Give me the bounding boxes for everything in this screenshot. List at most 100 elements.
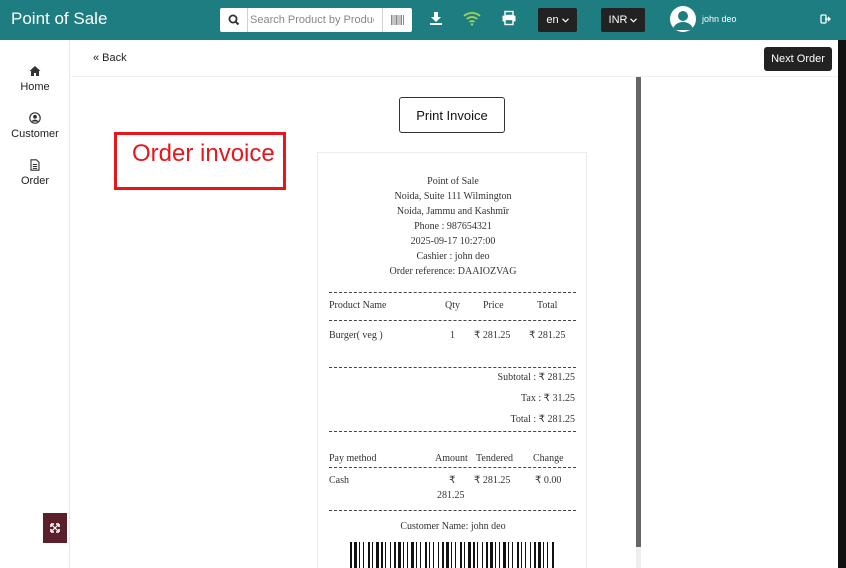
chevron-down-icon	[630, 17, 638, 23]
barcode-bar	[425, 542, 427, 568]
back-link[interactable]: « Back	[93, 52, 127, 64]
subtotal: Subtotal : ₹ 281.25	[497, 372, 575, 383]
barcode-bar	[464, 542, 465, 568]
print-invoice-button[interactable]: Print Invoice	[399, 97, 505, 133]
barcode-bar	[543, 542, 544, 568]
barcode-bar	[372, 542, 373, 568]
barcode-bar	[368, 542, 370, 568]
payment-method: Cash	[329, 475, 349, 486]
barcode-bar	[390, 542, 391, 568]
barcode-bar	[508, 542, 509, 568]
barcode-bar	[438, 542, 439, 568]
barcode-bar	[552, 542, 554, 568]
barcode-bar	[350, 542, 352, 568]
store-name: Point of Sale	[427, 176, 479, 187]
divider	[329, 367, 576, 368]
user-icon	[29, 112, 41, 124]
barcode-bar	[490, 542, 493, 568]
barcode-image	[350, 542, 554, 568]
language-select[interactable]: en	[538, 8, 577, 32]
sidebar-item-label: Customer	[11, 128, 59, 140]
barcode-bar	[460, 542, 462, 568]
fullscreen-toggle[interactable]	[43, 513, 67, 543]
document-icon	[30, 159, 40, 171]
barcode-bar	[394, 542, 396, 568]
item-qty: 1	[450, 330, 455, 341]
scrollbar-thumb[interactable]	[636, 77, 641, 547]
brand-title: Point of Sale	[11, 9, 108, 28]
barcode-bar	[482, 542, 483, 568]
toolbar: « Back Next Order	[71, 40, 840, 77]
barcode-bar	[411, 542, 414, 568]
annotation-label: Order invoice	[132, 140, 275, 167]
invoice-receipt: Point of Sale Noida, Suite 111 Wilmingto…	[317, 152, 587, 568]
barcode-bar	[354, 542, 357, 568]
next-order-button[interactable]: Next Order	[764, 47, 832, 71]
barcode-bar	[429, 542, 430, 568]
customer-name: Customer Name: john deo	[400, 521, 506, 532]
barcode-bar	[473, 542, 475, 568]
barcode-bar	[499, 542, 500, 568]
barcode-bar	[521, 542, 522, 568]
barcode-bar	[455, 542, 456, 568]
barcode-bar	[512, 542, 513, 568]
barcode-bar	[525, 542, 526, 568]
barcode-bar	[385, 542, 386, 568]
download-icon[interactable]	[428, 10, 446, 28]
divider	[329, 510, 576, 511]
barcode-bar	[407, 542, 408, 568]
column-header-qty: Qty	[445, 300, 460, 311]
store-address-line1: Noida, Suite 111 Wilmington	[394, 191, 512, 202]
barcode-bar	[376, 542, 379, 568]
barcode-bar	[359, 542, 360, 568]
currency-select[interactable]: INR	[601, 8, 645, 32]
wifi-icon[interactable]	[463, 10, 481, 28]
column-header-product: Product Name	[329, 300, 387, 311]
divider	[329, 431, 576, 432]
pay-header-method: Pay method	[329, 453, 377, 464]
window-edge	[838, 40, 846, 568]
printer-icon[interactable]	[501, 10, 519, 28]
barcode-bar	[477, 542, 478, 568]
sidebar-item-home[interactable]: Home	[0, 65, 70, 93]
user-name[interactable]: john deo	[702, 14, 737, 24]
payment-tendered: ₹ 281.25	[474, 475, 511, 486]
column-header-price: Price	[483, 300, 504, 311]
sidebar-item-customer[interactable]: Customer	[0, 112, 70, 140]
annotation-box: Order invoice	[114, 132, 286, 190]
divider	[329, 292, 576, 293]
barcode-bar	[363, 542, 364, 568]
cashier-name: Cashier : john deo	[416, 251, 490, 262]
sidebar: Home Customer Order	[0, 40, 70, 568]
divider	[329, 467, 576, 468]
item-total: ₹ 281.25	[529, 330, 566, 341]
grand-total: Total : ₹ 281.25	[510, 414, 575, 425]
store-address-line2: Noida, Jammu and Kashmīr	[396, 206, 510, 217]
search-input[interactable]	[248, 8, 374, 32]
store-phone: Phone : 987654321	[414, 221, 492, 232]
barcode-bar	[420, 542, 421, 568]
barcode-bar	[517, 542, 519, 568]
payment-change: ₹ 0.00	[535, 475, 562, 486]
search-icon[interactable]	[220, 8, 248, 32]
tax: Tax : ₹ 31.25	[521, 393, 575, 404]
column-header-total: Total	[537, 300, 558, 311]
order-datetime: 2025-09-17 10:27:00	[410, 236, 496, 247]
barcode-bar	[503, 542, 506, 568]
barcode-bar	[530, 542, 531, 568]
barcode-bar	[398, 542, 401, 568]
pay-header-change: Change	[533, 453, 564, 464]
barcode-bar	[446, 542, 449, 568]
chevron-down-icon	[561, 17, 569, 23]
search-box	[220, 8, 412, 32]
barcode-bar	[486, 542, 488, 568]
avatar[interactable]	[670, 6, 696, 32]
barcode-icon[interactable]	[382, 8, 412, 32]
sidebar-item-label: Order	[20, 175, 50, 187]
barcode-bar	[468, 542, 471, 568]
logout-icon[interactable]	[820, 12, 832, 24]
payment-amount: 281.25	[437, 490, 465, 501]
barcode-bar	[403, 542, 404, 568]
home-icon	[29, 66, 41, 76]
sidebar-item-order[interactable]: Order	[0, 159, 70, 187]
